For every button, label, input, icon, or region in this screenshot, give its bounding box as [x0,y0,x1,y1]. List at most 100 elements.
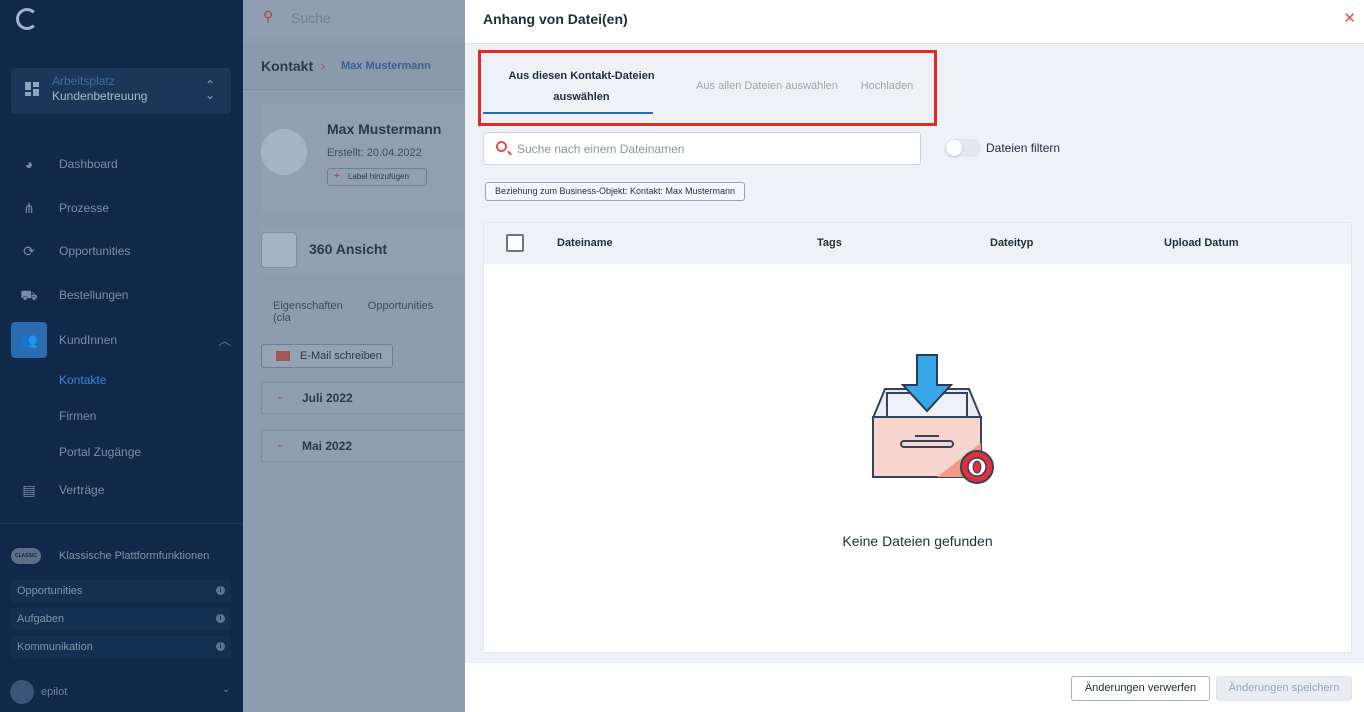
toggle-knob [946,140,962,156]
nav-vertraege[interactable]: ▤ Verträge [0,470,243,510]
search-icon: ⚲ [263,8,274,24]
add-label-text: Label hinzufügen [348,172,409,181]
timeline-group-label: Juli 2022 [302,391,353,405]
users-icon: 👥 [20,332,38,348]
modal-title: Anhang von Datei(en) [483,11,628,27]
empty-inbox-illustration [871,354,994,484]
view-title: 360 Ansicht [309,241,388,257]
chevron-right-icon: › [321,58,326,73]
relation-filter-chip[interactable]: Beziehung zum Business-Objekt: Kontakt: … [485,182,745,201]
search-icon [496,141,507,152]
nav-bestellungen[interactable]: ⛟ Bestellungen [0,275,243,315]
close-icon[interactable]: ✕ [1343,11,1356,26]
nav-prozesse[interactable]: ⋔ Prozesse [0,188,243,228]
view-header: 360 Ansicht [261,226,465,274]
subnav-portal-zugaenge[interactable]: Portal Zugänge [59,445,141,459]
classic-item-label: Kommunikation [17,641,93,653]
select-all-checkbox[interactable] [506,234,524,252]
tab-eigenschaften[interactable]: Eigenschaften [273,300,343,312]
nav-dashboard[interactable]: ◕ Dashboard [0,144,243,184]
nav-kundinnen[interactable]: 👥 KundInnen ︿ [0,320,243,360]
nav-label: Verträge [59,483,105,497]
file-search [483,132,921,165]
chevron-up-icon: ︿ [217,333,231,348]
files-table: Dateiname Tags Dateityp Upload Datum Kei… [483,222,1352,653]
active-tab-indicator [483,112,653,114]
avatar[interactable] [10,680,34,704]
file-search-input[interactable] [517,139,907,159]
pie-chart-icon: ◕ [24,156,34,172]
filter-toggle[interactable] [945,139,981,157]
discard-button[interactable]: Änderungen verwerfen [1071,676,1210,701]
grid-icon [25,82,39,96]
column-header-tags[interactable]: Tags [817,237,842,249]
workspace-value: Kundenbetreuung [52,89,148,103]
tab-upload[interactable]: Hochladen [857,76,917,97]
breadcrumb: Kontakt › Max Mustermann [243,44,465,90]
contact-name: Max Mustermann [327,121,442,137]
classic-label: Klassische Plattformfunktionen [59,550,210,562]
subnav-kontakte[interactable]: Kontakte [59,373,106,387]
tab-all-files[interactable]: Aus allen Dateien auswählen [687,76,847,97]
classic-item-aufgaben[interactable]: Aufgaben i [11,608,231,630]
workspace-label: Arbeitsplatz [52,74,115,88]
chevron-down-icon: ⌄ [276,391,285,402]
topbar: ⚲ Suche [243,0,465,36]
nav-label: Dashboard [59,157,118,171]
nav-opportunities[interactable]: ⟳ Opportunities [0,231,243,271]
classic-item-opportunities[interactable]: Opportunities i [11,580,231,602]
tab-contact-files[interactable]: Aus diesen Kontakt-Dateien auswählen [485,66,678,108]
view-icon [261,232,297,268]
info-icon: i [216,586,225,595]
classic-item-label: Aufgaben [17,613,65,625]
detail-tabs: Eigenschaften Opportunities (cla [273,300,465,324]
epilot-logo-icon[interactable] [16,8,38,30]
nav-label: KundInnen [59,333,118,347]
modal-footer: Änderungen verwerfen Änderungen speicher… [465,663,1364,712]
save-button[interactable]: Änderungen speichern [1216,676,1352,701]
envelope-icon [276,351,290,361]
app-root: Arbeitsplatz Kundenbetreuung ⌃ ⌄ ◕ Dashbo… [0,0,1364,712]
global-search[interactable]: Suche [291,10,331,26]
timeline-group[interactable]: ⌄ Juli 2022 [261,382,465,414]
email-button[interactable]: E-Mail schreiben [261,344,393,368]
classic-item-label: Opportunities [17,585,83,597]
filter-toggle-label: Dateien filtern [986,141,1061,155]
column-header-upload-date[interactable]: Upload Datum [1164,237,1239,249]
sidebar-divider [0,523,243,524]
clipboard-icon: ▤ [22,482,36,498]
tab-label-line1: Aus diesen Kontakt-Dateien [508,70,655,82]
breadcrumb-current: Max Mustermann [341,60,431,72]
email-button-label: E-Mail schreiben [300,350,382,362]
refresh-icon: ⟳ [23,243,35,259]
classic-item-kommunikation[interactable]: Kommunikation i [11,636,231,658]
subnav-firmen[interactable]: Firmen [59,409,96,423]
sidebar: Arbeitsplatz Kundenbetreuung ⌃ ⌄ ◕ Dashbo… [0,0,243,712]
column-header-filename[interactable]: Dateiname [557,237,613,249]
chevron-updown-icon: ⌃ ⌄ [204,78,215,102]
breadcrumb-root[interactable]: Kontakt [261,58,313,74]
timeline-group[interactable]: ⌄ Mai 2022 [261,430,465,462]
modal-header: Anhang von Datei(en) ✕ [465,0,1364,44]
avatar [261,129,307,175]
attachment-modal: Anhang von Datei(en) ✕ Aus diesen Kontak… [465,0,1364,712]
user-name: epilot [41,686,68,698]
contact-card: Max Mustermann Erstellt: 20.04.2022 + Lab… [261,103,465,213]
empty-state-text: Keine Dateien gefunden [842,533,993,549]
main-content: ⚲ Suche Kontakt › Max Mustermann Max Mus… [243,0,465,712]
chevron-down-icon: ⌄ [276,439,285,450]
info-icon: i [216,614,225,623]
nav-label: Opportunities [59,244,131,258]
column-header-filetype[interactable]: Dateityp [990,237,1033,249]
cart-icon: ⛟ [20,287,38,303]
classic-badge: CLASSIC [11,548,41,564]
timeline-group-label: Mai 2022 [302,439,353,453]
chevron-down-icon[interactable]: ⌄ [222,684,230,695]
contact-created: Erstellt: 20.04.2022 [327,147,422,159]
nav-label: Bestellungen [59,288,129,302]
add-label-button[interactable]: + Label hinzufügen [327,168,427,186]
workspace-switcher[interactable]: Arbeitsplatz Kundenbetreuung ⌃ ⌄ [11,68,231,114]
hierarchy-icon: ⋔ [23,200,35,216]
table-header: Dateiname Tags Dateityp Upload Datum [484,223,1351,264]
plus-icon: + [334,171,340,182]
